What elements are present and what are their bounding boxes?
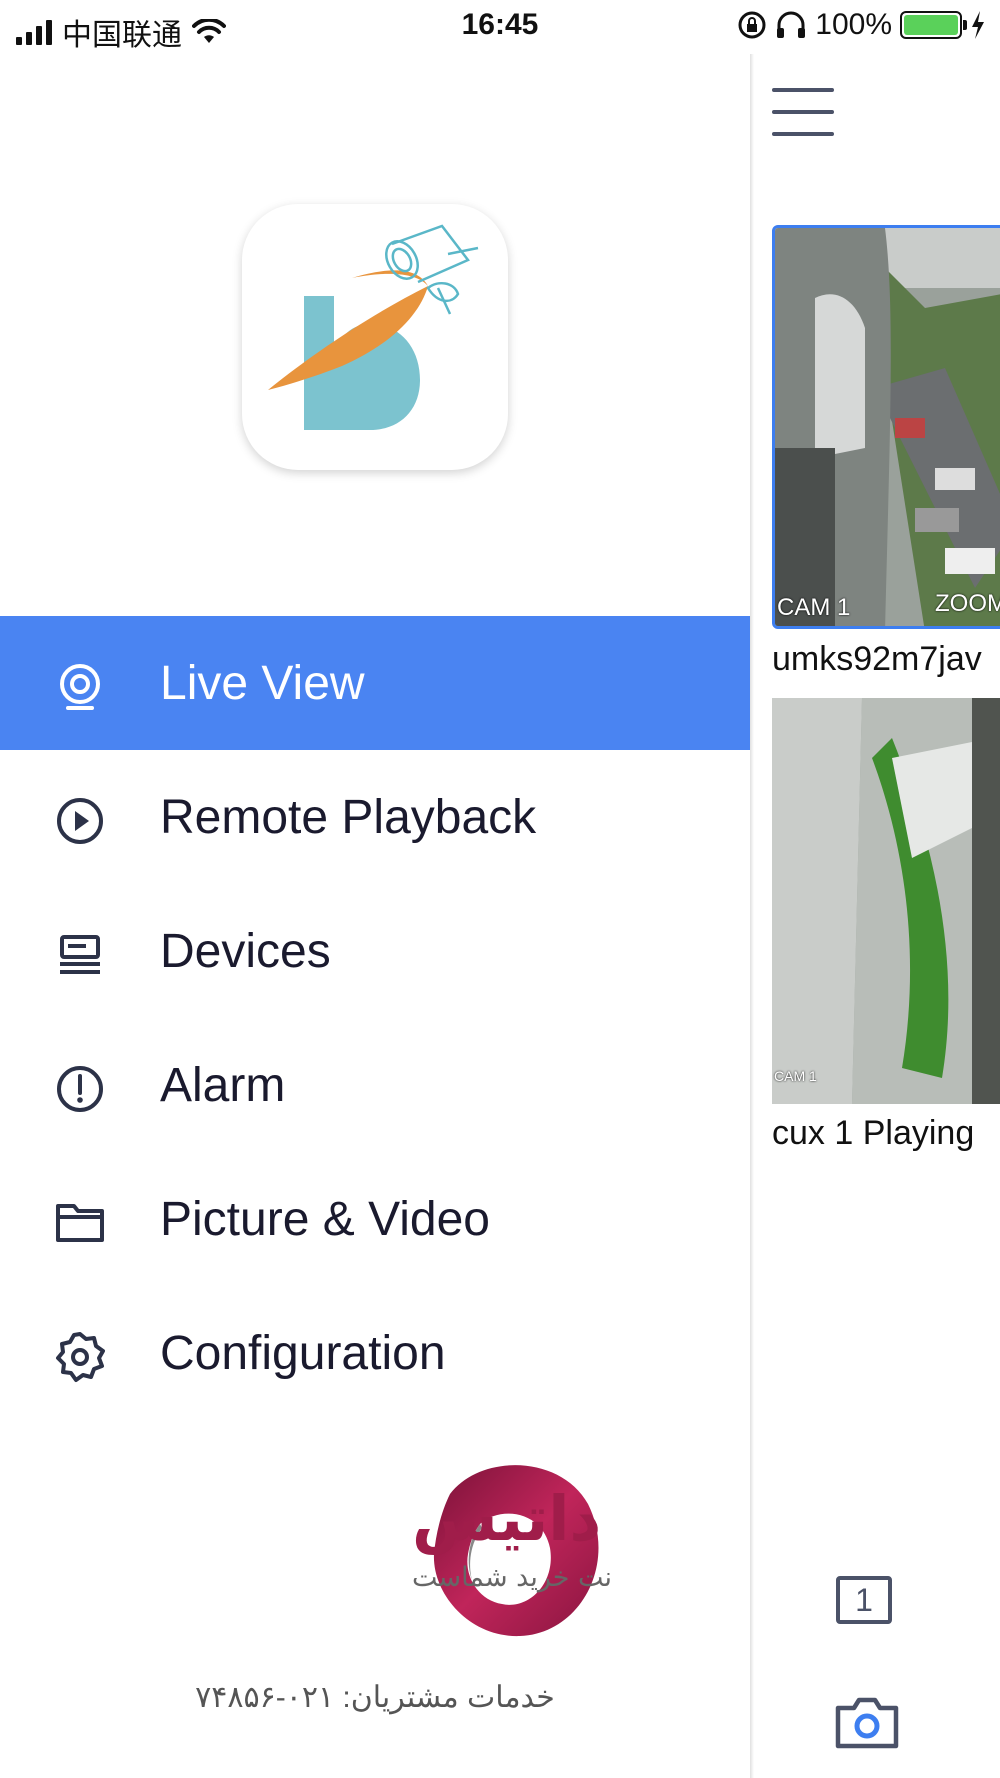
menu-toggle-button[interactable] [772,88,834,140]
rotation-lock-icon [738,11,766,39]
menu-label-live-view: Live View [160,656,365,710]
brand-name: داتیس [412,1482,601,1555]
menu-item-picture-video[interactable]: Picture & Video [0,1152,750,1286]
menu-item-live-view[interactable]: Live View [0,616,750,750]
alarm-icon [52,1061,108,1117]
drawer-menu: Live View Remote Playback Devices Alarm … [0,616,750,1420]
menu-item-remote-playback[interactable]: Remote Playback [0,750,750,884]
menu-label-alarm: Alarm [160,1058,286,1112]
snapshot-camera-button[interactable] [834,1694,900,1750]
battery-icon [900,11,967,39]
camera-feed-2 [772,698,1000,1104]
menu-label-picture-video: Picture & Video [160,1192,490,1246]
status-bar: 中国联通 16:45 100% [0,0,1000,54]
app-logo-graphic [268,224,479,430]
menu-label-configuration: Configuration [160,1326,446,1380]
camera-tile-2[interactable]: CAM 1 [772,698,1000,1104]
camera-1-overlay-label: CAM 1 [777,594,851,621]
devices-icon [52,927,108,983]
menu-item-configuration[interactable]: Configuration [0,1286,750,1420]
menu-item-alarm[interactable]: Alarm [0,1018,750,1152]
camera-feed-1 [775,228,1000,626]
live-view-panel: CAM 1 ZOOM umks92m7jav CAM 1 cux 1 Playi… [750,54,1000,1778]
live-view-camera-icon [52,659,108,715]
camera-2-overlay-label: CAM 1 [774,1068,817,1084]
app-logo [242,204,508,470]
menu-item-devices[interactable]: Devices [0,884,750,1018]
menu-label-devices: Devices [160,924,331,978]
drawer-shadow-divider [750,54,754,1778]
camera-1-title[interactable]: umks92m7jav [772,640,982,679]
gear-icon [52,1329,108,1385]
navigation-drawer: Live View Remote Playback Devices Alarm … [0,54,750,1778]
brand-tagline: ضمانت خرید شماست [412,1562,610,1593]
camera-1-zoom-label: ZOOM [935,590,1000,617]
camera-tile-1[interactable]: CAM 1 ZOOM [772,225,1000,629]
battery-percent: 100% [815,8,892,41]
status-right: 100% [737,8,986,42]
support-phone: خدمات مشتریان: ۰۲۱-۷۴۸۵۶ [195,1681,555,1714]
brand-logo: داتیس ضمانت خرید شماست [150,1454,659,1644]
channel-count-button[interactable]: 1 [836,1576,892,1624]
menu-label-remote-playback: Remote Playback [160,790,537,844]
playback-icon [52,793,108,849]
camera-icon [835,1697,899,1749]
headphones-icon [777,11,806,38]
camera-2-title[interactable]: cux 1 Playing [772,1114,974,1153]
folder-icon [52,1195,108,1251]
charging-bolt-icon [972,11,984,39]
